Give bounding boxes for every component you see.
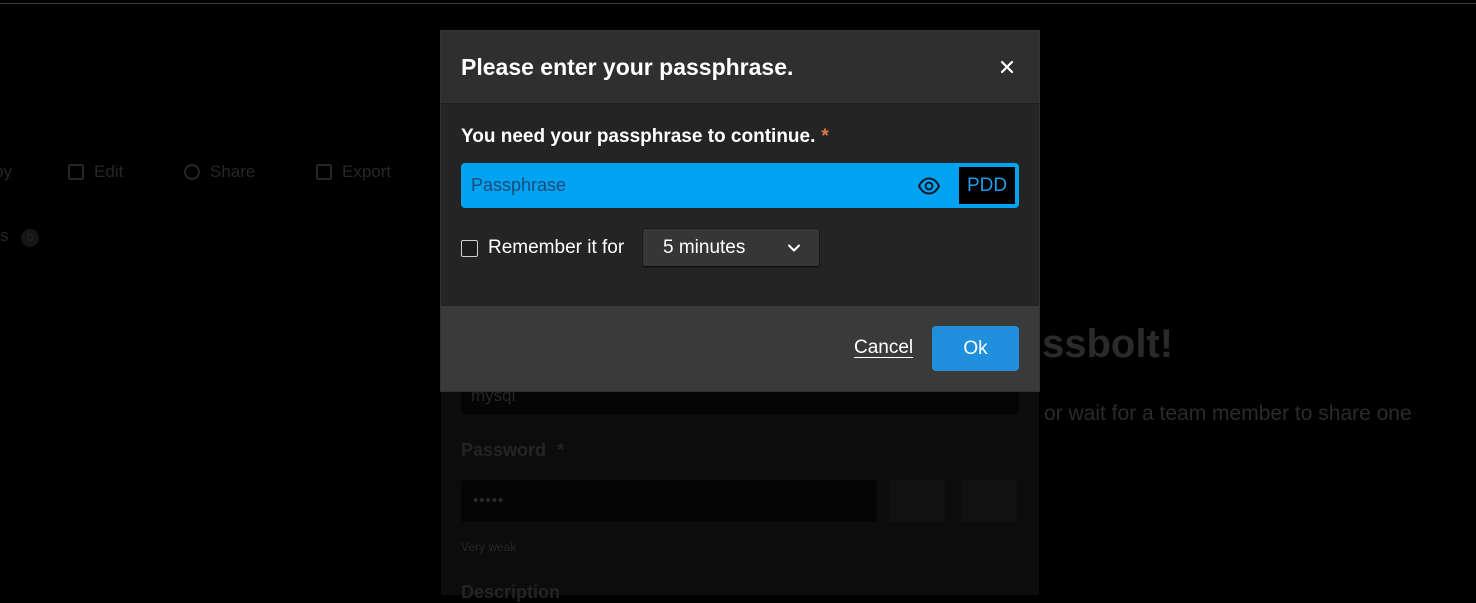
security-token: PDD <box>959 167 1015 204</box>
dialog-header: Please enter your passphrase. <box>441 31 1039 104</box>
resource-form-panel: mysql Password * ••••• Very weak Descrip… <box>441 384 1039 602</box>
remember-duration-value: 5 minutes <box>663 237 746 258</box>
dialog-footer: Cancel Ok <box>441 306 1039 391</box>
dialog-title: Please enter your passphrase. <box>461 54 794 80</box>
settings-button <box>961 480 1017 522</box>
background-tab: s 0 <box>0 226 40 247</box>
edit-action: Edit <box>68 162 123 182</box>
passphrase-field: PDD <box>461 163 1019 208</box>
passphrase-input[interactable] <box>461 163 901 208</box>
strength-indicator: Very weak <box>461 540 517 554</box>
share-action: Share <box>184 162 255 182</box>
export-action: Export <box>316 162 391 182</box>
remember-duration-select[interactable]: 5 minutes <box>642 228 820 268</box>
passphrase-label: You need your passphrase to continue. * <box>461 126 829 147</box>
edit-icon <box>68 164 84 180</box>
required-mark: * <box>821 126 829 147</box>
export-icon <box>316 164 332 180</box>
remember-checkbox[interactable] <box>461 239 478 257</box>
share-icon <box>184 164 200 180</box>
password-field: ••••• <box>461 480 877 522</box>
copy-action: py <box>0 162 12 181</box>
remember-label: Remember it for <box>488 237 625 258</box>
close-button[interactable] <box>997 57 1017 77</box>
cancel-button[interactable]: Cancel <box>854 337 913 359</box>
close-icon <box>1000 60 1014 74</box>
description-label: Description <box>461 582 561 602</box>
tab-count-badge: 0 <box>21 229 40 247</box>
password-label: Password * <box>461 440 565 460</box>
welcome-heading: ssbolt! <box>1042 322 1174 366</box>
welcome-subtitle: or wait for a team member to share one <box>1044 402 1412 425</box>
remember-row: Remember it for <box>461 229 624 267</box>
eye-icon <box>917 177 941 195</box>
dice-button <box>889 480 945 522</box>
dialog-body: You need your passphrase to continue. * P… <box>441 104 1039 306</box>
reveal-passphrase-button[interactable] <box>917 175 941 197</box>
chevron-down-icon <box>788 244 800 252</box>
passphrase-dialog: Please enter your passphrase. You need y… <box>441 31 1039 391</box>
ok-button[interactable]: Ok <box>932 326 1019 371</box>
